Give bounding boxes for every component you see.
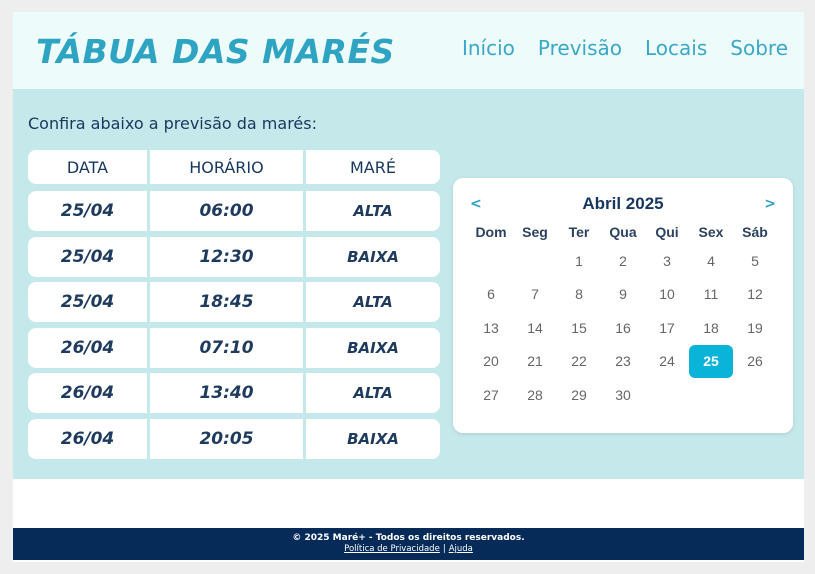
footer: © 2025 Maré+ - Todos os direitos reserva… xyxy=(13,528,804,560)
date-cell: 26/04 xyxy=(28,327,147,368)
time-cell: 06:00 xyxy=(150,191,303,231)
calendar-day[interactable]: 26 xyxy=(733,345,777,379)
nav-locais[interactable]: Locais xyxy=(645,36,707,60)
calendar-day[interactable]: 23 xyxy=(601,345,645,379)
nav-previsao[interactable]: Previsão xyxy=(538,36,622,60)
weekday-label: Qua xyxy=(609,224,637,240)
calendar-day[interactable]: 3 xyxy=(645,244,689,278)
calendar-day[interactable]: 8 xyxy=(557,278,601,312)
calendar-day[interactable]: 11 xyxy=(689,278,733,312)
calendar-day[interactable]: 10 xyxy=(645,278,689,312)
table-row: 26/04 20:05 BAIXA xyxy=(28,418,440,459)
table-row: 26/04 13:40 ALTA xyxy=(28,373,440,414)
tide-cell: ALTA xyxy=(306,282,440,323)
date-cell: 25/04 xyxy=(28,236,147,277)
calendar-day[interactable]: 28 xyxy=(513,378,557,412)
weekday-label: Sex xyxy=(698,224,724,240)
calendar-day[interactable]: 17 xyxy=(645,311,689,345)
calendar-day[interactable]: 15 xyxy=(557,311,601,345)
column-header-date: DATA xyxy=(28,150,147,184)
next-month-button[interactable]: > xyxy=(764,196,776,212)
calendar-header: < Abril 2025 > xyxy=(453,194,793,218)
weekday-label: Ter xyxy=(568,224,590,240)
calendar-day[interactable]: 9 xyxy=(601,278,645,312)
calendar-day[interactable]: 20 xyxy=(469,345,513,379)
header: TÁBUA DAS MARÉS Início Previsão Locais S… xyxy=(13,12,804,89)
calendar-day[interactable]: 18 xyxy=(689,311,733,345)
calendar-day[interactable]: 13 xyxy=(469,311,513,345)
calendar-day[interactable]: 30 xyxy=(601,378,645,412)
calendar-day[interactable]: 4 xyxy=(689,244,733,278)
calendar-day[interactable]: 12 xyxy=(733,278,777,312)
main-section: Confira abaixo a previsão da marés: DATA… xyxy=(13,89,804,479)
date-cell: 25/04 xyxy=(28,191,147,231)
calendar-day[interactable]: 27 xyxy=(469,378,513,412)
calendar-day[interactable]: 24 xyxy=(645,345,689,379)
main-nav: Início Previsão Locais Sobre xyxy=(439,36,788,60)
table-row: 25/04 12:30 BAIXA xyxy=(28,236,440,277)
date-cell: 25/04 xyxy=(28,282,147,323)
calendar-day-selected[interactable]: 25 xyxy=(689,344,733,378)
calendar-day[interactable]: 22 xyxy=(557,345,601,379)
calendar-empty-cell xyxy=(513,244,557,278)
copyright-text: © 2025 Maré+ - Todos os direitos reserva… xyxy=(292,533,525,543)
privacy-policy-link[interactable]: Política de Privacidade xyxy=(344,544,440,554)
column-header-tide: MARÉ xyxy=(306,150,440,184)
time-cell: 13:40 xyxy=(150,373,303,414)
nav-inicio[interactable]: Início xyxy=(462,36,515,60)
tide-cell: BAIXA xyxy=(306,236,440,277)
tide-table: DATA HORÁRIO MARÉ 25/04 06:00 ALTA 25/04 12:… xyxy=(28,150,440,465)
calendar-day[interactable]: 5 xyxy=(733,244,777,278)
table-body: 25/04 06:00 ALTA 25/04 12:30 BAIXA 25/04 18:45 A… xyxy=(28,191,440,459)
calendar: < Abril 2025 > Dom Seg Ter Qua Qui Sex Sáb 1 2 3 4… xyxy=(453,178,793,433)
calendar-day[interactable]: 14 xyxy=(513,311,557,345)
column-header-time: HORÁRIO xyxy=(150,150,303,184)
calendar-day[interactable]: 29 xyxy=(557,378,601,412)
brand-title: TÁBUA DAS MARÉS xyxy=(36,32,395,71)
calendar-day[interactable]: 21 xyxy=(513,345,557,379)
time-cell: 07:10 xyxy=(150,327,303,368)
calendar-empty-cell xyxy=(469,244,513,278)
footer-links: Política de Privacidade | Ajuda xyxy=(13,544,804,554)
tide-cell: BAIXA xyxy=(306,418,440,459)
table-row: 25/04 06:00 ALTA xyxy=(28,191,440,231)
calendar-day[interactable]: 1 xyxy=(557,244,601,278)
intro-text: Confira abaixo a previsão da marés: xyxy=(28,114,317,133)
calendar-day[interactable]: 19 xyxy=(733,311,777,345)
table-header: DATA HORÁRIO MARÉ xyxy=(28,150,440,184)
calendar-day[interactable]: 7 xyxy=(513,278,557,312)
date-cell: 26/04 xyxy=(28,373,147,414)
page: TÁBUA DAS MARÉS Início Previsão Locais S… xyxy=(13,12,804,562)
weekday-label: Sáb xyxy=(742,224,768,240)
tide-cell: ALTA xyxy=(306,373,440,414)
time-cell: 20:05 xyxy=(150,418,303,459)
time-cell: 12:30 xyxy=(150,236,303,277)
help-link[interactable]: Ajuda xyxy=(449,544,473,554)
calendar-month-title: Abril 2025 xyxy=(582,194,664,213)
table-row: 25/04 18:45 ALTA xyxy=(28,282,440,323)
tide-cell: BAIXA xyxy=(306,327,440,368)
weekday-label: Dom xyxy=(475,224,507,240)
weekday-label: Qui xyxy=(655,224,679,240)
calendar-day[interactable]: 16 xyxy=(601,311,645,345)
table-row: 26/04 07:10 BAIXA xyxy=(28,327,440,368)
calendar-grid: Dom Seg Ter Qua Qui Sex Sáb 1 2 3 4 5 6 7 8 9 10 11 12 13 14… xyxy=(469,224,777,412)
weekday-label: Seg xyxy=(522,224,548,240)
time-cell: 18:45 xyxy=(150,282,303,323)
nav-sobre[interactable]: Sobre xyxy=(730,36,788,60)
tide-cell: ALTA xyxy=(306,191,440,231)
calendar-day[interactable]: 2 xyxy=(601,244,645,278)
calendar-day[interactable]: 6 xyxy=(469,278,513,312)
footer-separator: | xyxy=(442,544,446,554)
date-cell: 26/04 xyxy=(28,418,147,459)
